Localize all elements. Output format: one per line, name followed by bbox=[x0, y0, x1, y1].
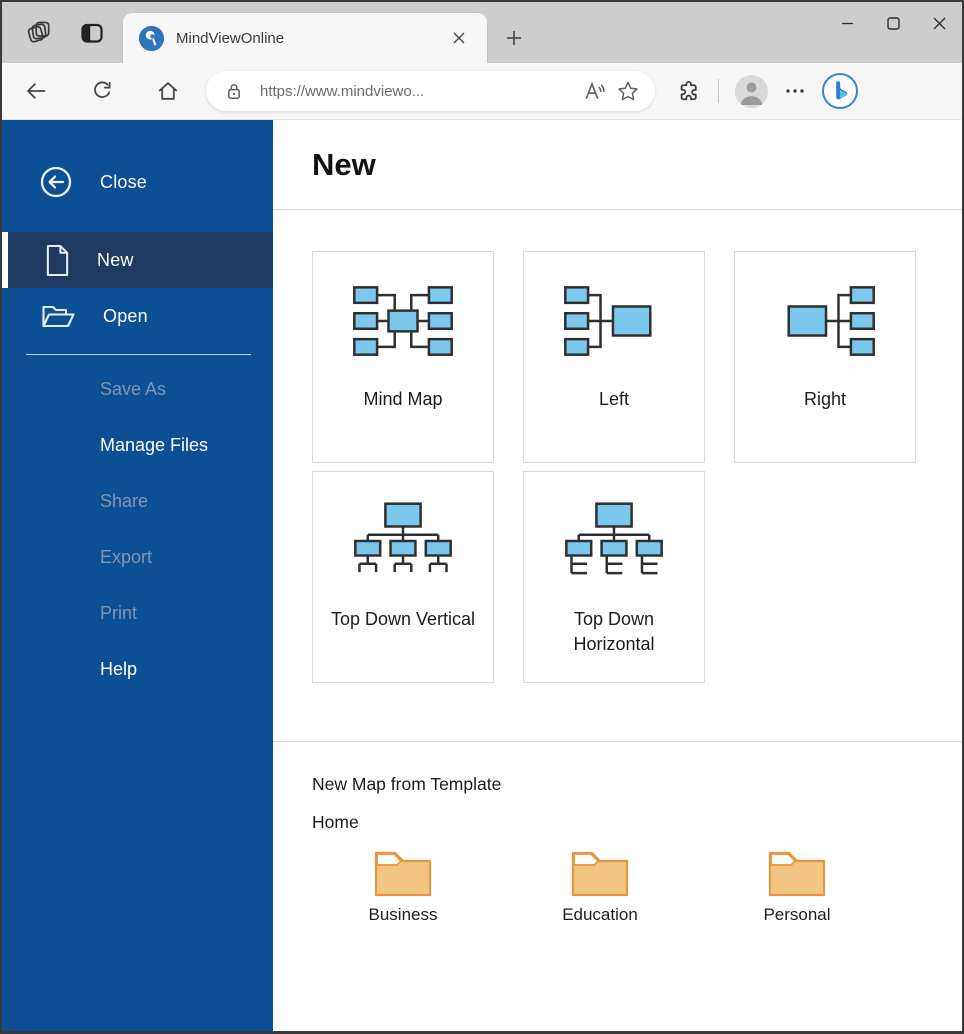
tab-title: MindViewOnline bbox=[176, 29, 285, 47]
lock-icon[interactable] bbox=[224, 81, 244, 101]
sidebar-item-share: Share bbox=[2, 473, 273, 529]
sidebar-item-label: Print bbox=[100, 602, 138, 623]
sidebar-item-print: Print bbox=[2, 585, 273, 641]
extensions-icon[interactable] bbox=[677, 79, 702, 104]
back-circle-icon bbox=[38, 164, 74, 200]
back-icon[interactable] bbox=[16, 71, 56, 111]
sidebar-item-label: New bbox=[97, 249, 134, 270]
mindmap-layout-icon bbox=[353, 286, 453, 356]
sidebar-item-manage-files[interactable]: Manage Files bbox=[2, 417, 273, 473]
mindview-logo-icon bbox=[139, 25, 164, 51]
left-layout-icon bbox=[564, 286, 652, 356]
document-icon bbox=[44, 244, 71, 277]
template-section: New Map from Template Home Business Educ… bbox=[273, 742, 962, 1031]
layout-cards-section: Mind Map Left Right Top Down Vertical To… bbox=[273, 210, 962, 742]
more-icon[interactable] bbox=[784, 80, 806, 102]
folder-label: Education bbox=[562, 905, 638, 924]
card-top-down-vertical[interactable]: Top Down Vertical bbox=[312, 471, 494, 683]
sidebar-item-label: Open bbox=[103, 305, 148, 326]
folder-icon bbox=[571, 851, 629, 897]
maximize-icon[interactable] bbox=[870, 2, 916, 44]
minimize-icon[interactable] bbox=[824, 2, 870, 44]
card-label: Top Down Vertical bbox=[330, 609, 476, 629]
folder-business[interactable]: Business bbox=[312, 849, 494, 925]
url-text[interactable]: https://www.mindviewo... bbox=[260, 83, 577, 100]
sidebar-item-open[interactable]: Open bbox=[2, 288, 273, 344]
sidebar-item-new[interactable]: New bbox=[2, 232, 273, 288]
card-right[interactable]: Right bbox=[734, 251, 916, 463]
browser-window: MindViewOnline https://www.mindviewo... … bbox=[0, 0, 964, 1034]
tab-close-icon[interactable] bbox=[445, 24, 473, 52]
open-folder-icon bbox=[40, 301, 77, 332]
profile-avatar[interactable] bbox=[735, 74, 768, 108]
refresh-icon[interactable] bbox=[82, 71, 122, 111]
tab-strip: MindViewOnline bbox=[2, 2, 962, 63]
sidebar-item-label: Export bbox=[100, 546, 153, 567]
sidebar-item-label: Share bbox=[100, 490, 149, 511]
browser-tab[interactable]: MindViewOnline bbox=[123, 13, 487, 63]
sidebar-item-label: Manage Files bbox=[100, 434, 209, 455]
folder-icon bbox=[768, 851, 826, 897]
main-header: New bbox=[273, 120, 962, 210]
breadcrumb[interactable]: Home bbox=[312, 812, 962, 833]
template-section-title: New Map from Template bbox=[312, 774, 502, 794]
card-top-down-horizontal[interactable]: Top Down Horizontal bbox=[523, 471, 705, 683]
app-sidebar: Close New Open Save As Manage Files Shar… bbox=[2, 120, 273, 1031]
sidebar-item-export: Export bbox=[2, 529, 273, 585]
folder-icon bbox=[374, 851, 432, 897]
toolbar-divider bbox=[718, 79, 719, 103]
close-icon[interactable] bbox=[916, 2, 962, 44]
folder-label: Personal bbox=[763, 905, 831, 924]
card-label: Top Down Horizontal bbox=[573, 609, 655, 655]
sidebar-item-save-as: Save As bbox=[2, 361, 273, 417]
folder-education[interactable]: Education bbox=[509, 849, 691, 925]
sidebar-item-close[interactable]: Close bbox=[2, 158, 273, 206]
folder-personal[interactable]: Personal bbox=[706, 849, 888, 925]
star-icon[interactable] bbox=[611, 74, 645, 108]
sidebar-item-help[interactable]: Help bbox=[2, 641, 273, 697]
bing-chat-icon[interactable] bbox=[822, 73, 858, 109]
browser-toolbar: https://www.mindviewo... bbox=[2, 63, 962, 120]
folder-label: Business bbox=[368, 905, 438, 924]
card-label: Mind Map bbox=[363, 389, 443, 409]
top-down-horizontal-layout-icon bbox=[565, 502, 663, 575]
home-icon[interactable] bbox=[148, 71, 188, 111]
card-label: Left bbox=[598, 389, 630, 409]
right-layout-icon bbox=[787, 286, 875, 356]
page-title: New bbox=[312, 146, 376, 182]
top-down-vertical-layout-icon bbox=[354, 502, 452, 573]
tab-actions-icon[interactable] bbox=[79, 20, 105, 46]
card-mind-map[interactable]: Mind Map bbox=[312, 251, 494, 463]
sidebar-item-label: Help bbox=[100, 658, 138, 679]
workspaces-icon[interactable] bbox=[26, 19, 53, 46]
sidebar-item-label: Save As bbox=[100, 378, 167, 399]
sidebar-item-label: Close bbox=[100, 171, 148, 192]
address-bar[interactable]: https://www.mindviewo... bbox=[206, 71, 655, 111]
main-panel: New Mind Map Left Right Top Down Vertica… bbox=[273, 120, 962, 1031]
sidebar-divider bbox=[26, 354, 251, 355]
read-aloud-icon[interactable] bbox=[577, 74, 611, 108]
card-label: Right bbox=[803, 389, 847, 409]
card-left[interactable]: Left bbox=[523, 251, 705, 463]
new-tab-icon[interactable] bbox=[497, 21, 531, 55]
